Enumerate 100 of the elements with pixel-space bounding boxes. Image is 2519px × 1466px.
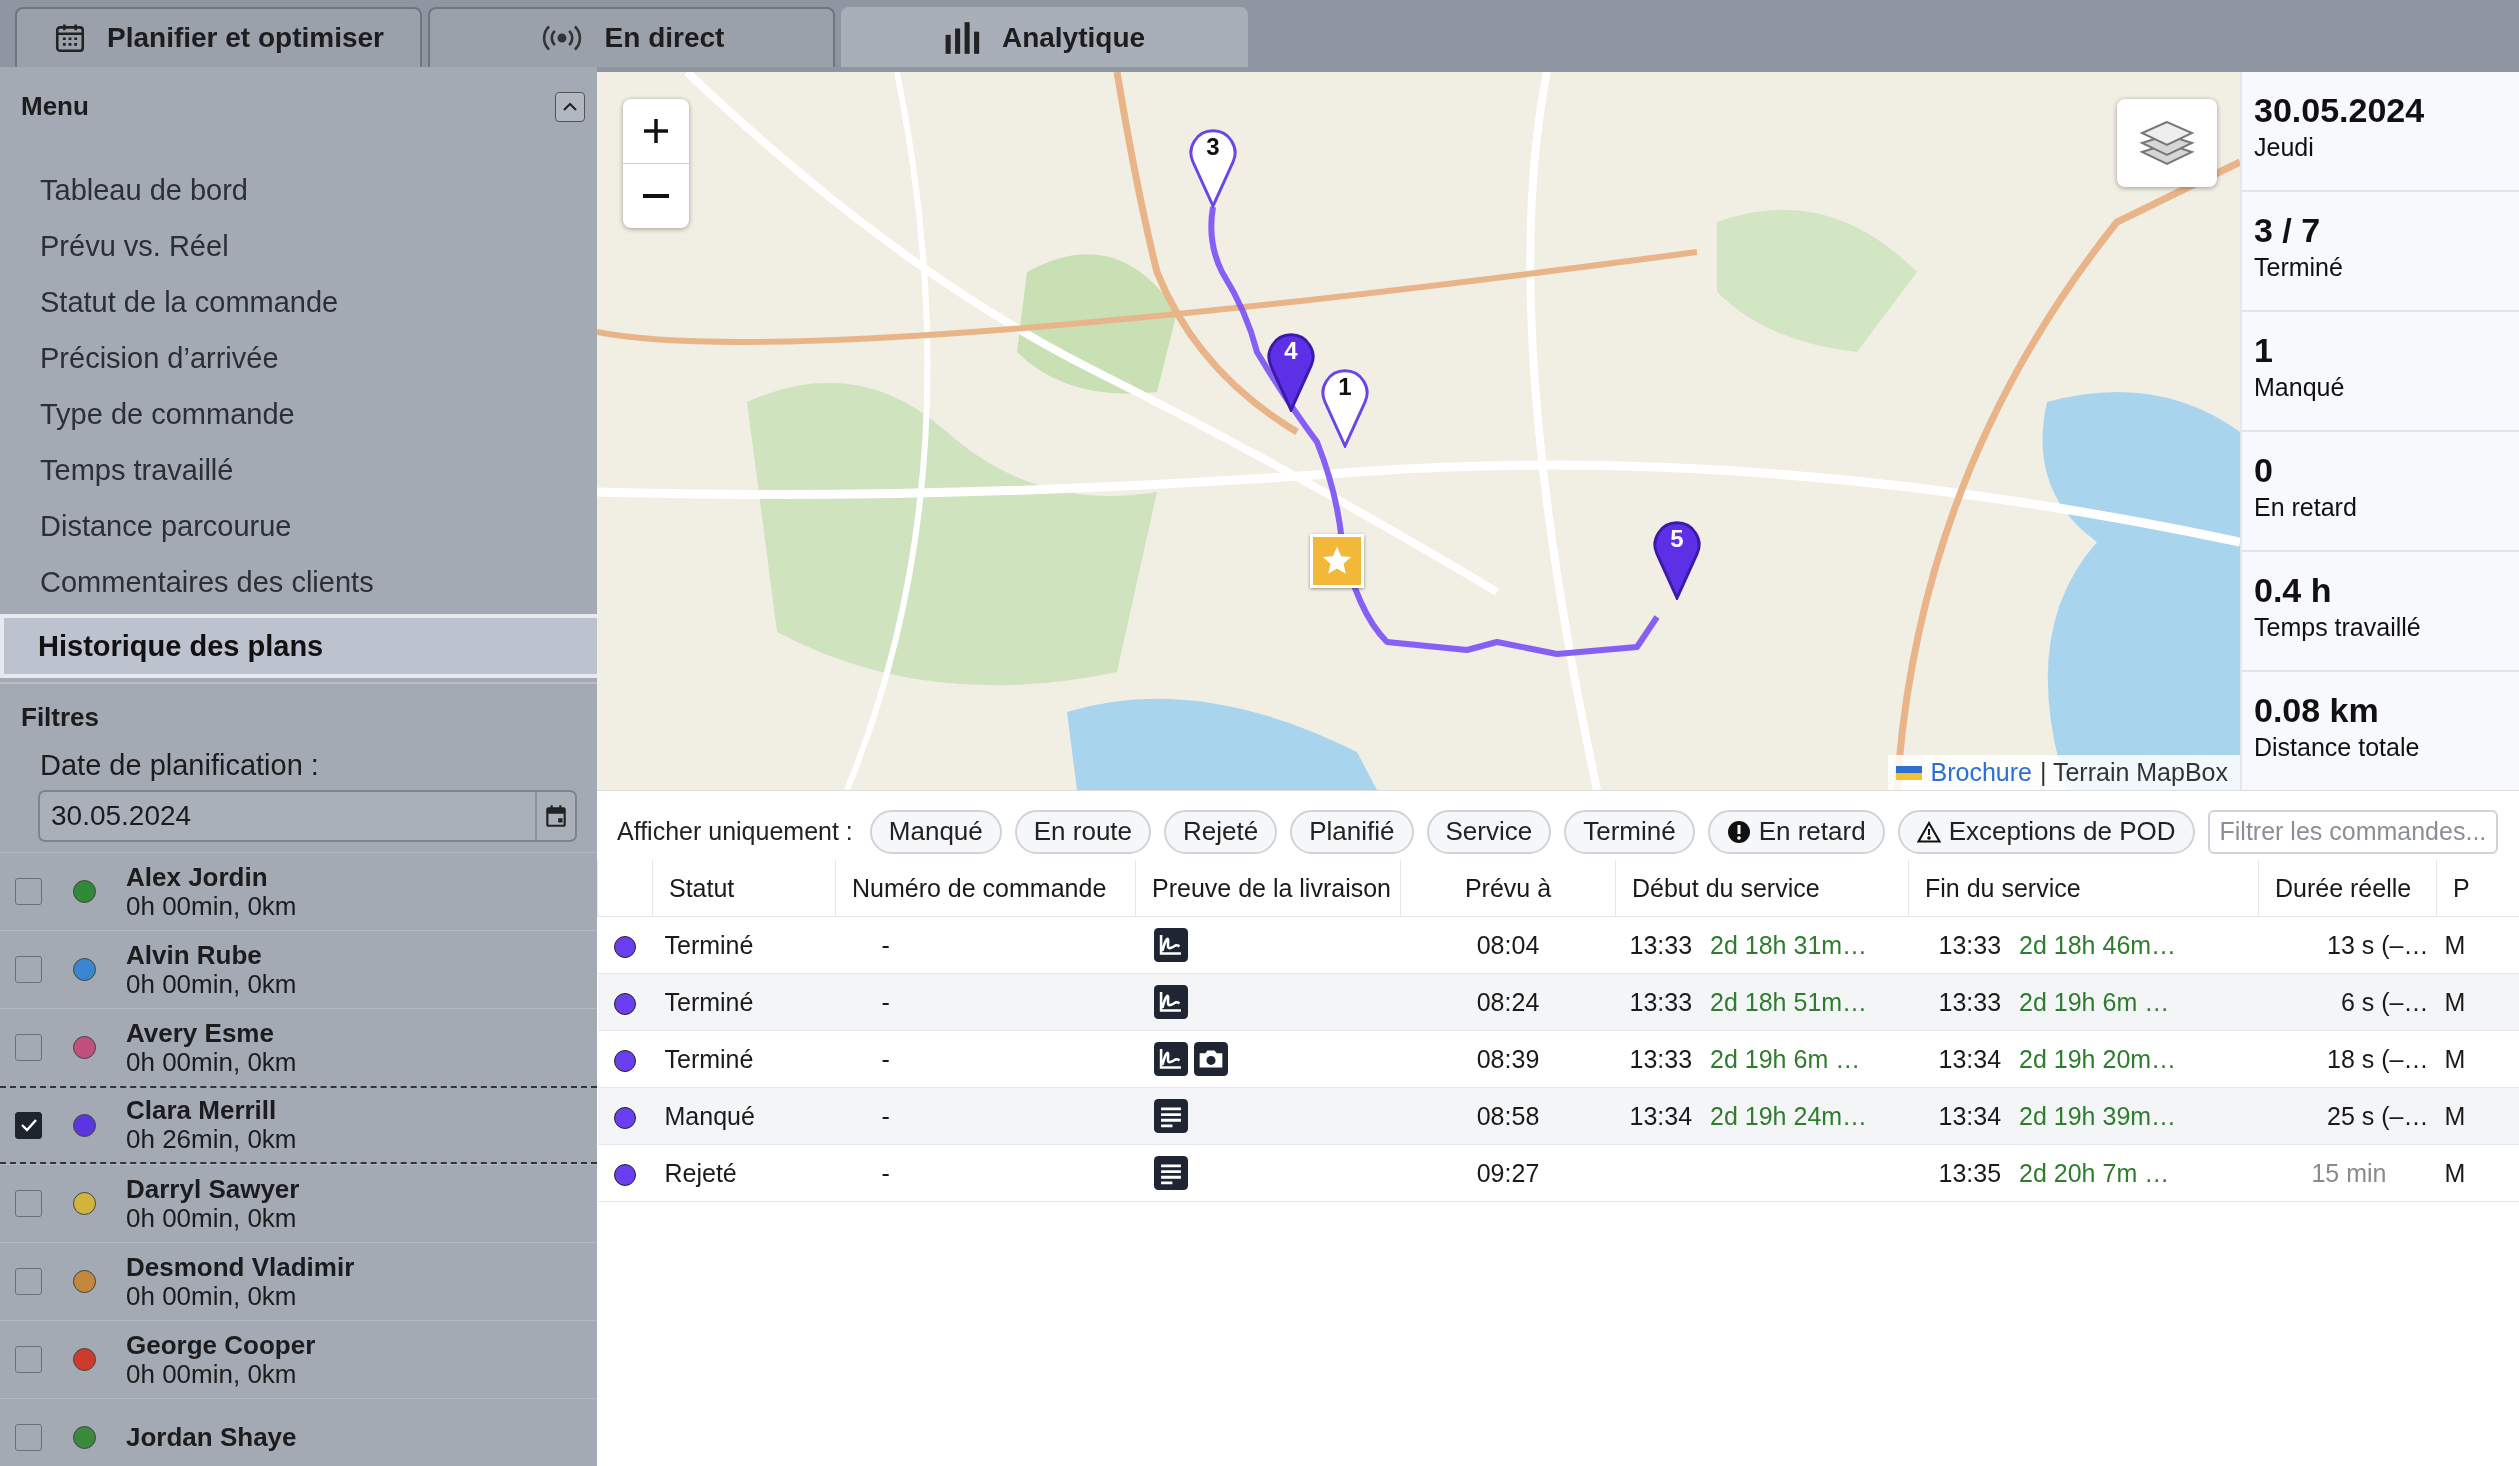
caret-up-icon (562, 101, 578, 112)
stat-value: 0.08 km (2254, 690, 2380, 730)
table-cell: 2d 20h 7m … (2019, 1158, 2170, 1187)
checkbox[interactable] (15, 1111, 42, 1139)
tab[interactable]: En direct (428, 7, 835, 67)
column-header[interactable]: Numéro de commande (835, 860, 1136, 917)
filter-chip[interactable]: Terminé (1564, 809, 1695, 854)
checkbox[interactable] (15, 1268, 42, 1295)
tab[interactable]: Analytique (841, 7, 1248, 67)
layers-button[interactable] (2117, 99, 2217, 187)
table-cell: 08:04 (1476, 930, 1540, 959)
driver-summary: 0h 00min, 0km (126, 1203, 297, 1233)
filter-chip[interactable]: En retard (1707, 809, 1885, 854)
calendar-icon[interactable] (543, 803, 569, 829)
table-cell: 15 min (2311, 1158, 2387, 1187)
stat-value: 0 (2254, 450, 2274, 490)
table-cell: 13:33 (1629, 1044, 1693, 1073)
checkbox[interactable] (15, 956, 42, 983)
menu-item[interactable]: Précision d’arrivée (0, 330, 597, 386)
menu-item[interactable]: Historique des plans (0, 614, 597, 678)
table-cell: 2d 18h 46m… (2019, 930, 2177, 959)
note-icon[interactable] (1153, 1099, 1188, 1133)
driver-name: Darryl Sawyer (126, 1174, 300, 1204)
table-cell: 13:34 (1938, 1044, 2002, 1073)
driver-name: George Cooper (126, 1330, 316, 1360)
filter-chip[interactable]: En route (1014, 809, 1152, 854)
column-header[interactable]: Prévu à (1400, 860, 1616, 917)
menu-item[interactable]: Type de commande (0, 386, 597, 442)
table-cell: Terminé (664, 987, 754, 1016)
table-cell: M (2444, 1158, 2466, 1187)
table-cell: 08:39 (1476, 1044, 1540, 1073)
driver-name: Alvin Rube (126, 940, 263, 970)
filter-chip[interactable]: Planifié (1290, 809, 1414, 854)
checkbox[interactable] (15, 1190, 42, 1217)
table-cell: - (881, 1101, 890, 1130)
stat-label: Manqué (2254, 372, 2346, 403)
table-cell: - (881, 930, 890, 959)
table-cell: 13:34 (1629, 1101, 1693, 1130)
stat-label: Jeudi (2254, 132, 2315, 163)
table-cell: 2d 19h 6m … (2019, 987, 2170, 1016)
checkbox[interactable] (15, 878, 42, 905)
column-header[interactable]: Preuve de la livraison (1135, 860, 1401, 917)
checkbox[interactable] (15, 1424, 42, 1451)
column-header[interactable]: Statut (652, 860, 836, 917)
checkmark-icon (19, 1118, 38, 1132)
stat-label: En retard (2254, 492, 2358, 523)
table-cell: 2d 19h 20m… (2019, 1044, 2177, 1073)
minus-icon (643, 194, 669, 198)
tab[interactable]: Planifier et optimiser (15, 7, 422, 67)
filter-chip[interactable]: Rejeté (1164, 809, 1278, 854)
menu-item[interactable]: Prévu vs. Réel (0, 218, 597, 274)
table-cell: 2d 18h 31m… (1710, 930, 1868, 959)
driver-summary: 0h 00min, 0km (126, 969, 297, 999)
signature-icon[interactable] (1153, 985, 1188, 1019)
column-header[interactable]: Durée réelle (2258, 860, 2437, 917)
table-cell: 08:24 (1476, 987, 1540, 1016)
column-header[interactable]: Début du service (1615, 860, 1909, 917)
stat-value: 0.4 h (2254, 570, 2333, 610)
filter-chip[interactable]: Exceptions de POD (1897, 809, 2195, 854)
collapse-button[interactable] (555, 91, 585, 122)
driver-name: Desmond Vladimir (126, 1252, 355, 1282)
signature-icon[interactable] (1153, 928, 1188, 962)
table-cell: 2d 19h 39m… (2019, 1101, 2177, 1130)
note-icon[interactable] (1153, 1156, 1188, 1190)
filter-chip[interactable]: Manqué (869, 809, 1002, 854)
table-cell: 13:34 (1938, 1101, 2002, 1130)
driver-summary: 0h 26min, 0km (126, 1125, 297, 1154)
table-cell: Manqué (664, 1101, 755, 1130)
menu-item[interactable]: Commentaires des clients (0, 554, 597, 610)
filter-label: Afficher uniquement : (617, 817, 853, 846)
driver-summary: 0h 00min, 0km (126, 1281, 298, 1311)
checkbox[interactable] (15, 1346, 42, 1373)
menu-item[interactable]: Tableau de bord (0, 162, 597, 218)
table-cell: Terminé (664, 1044, 754, 1073)
checkbox[interactable] (15, 1034, 42, 1061)
signature-icon[interactable] (1153, 1042, 1188, 1076)
table-cell: 13:33 (1938, 987, 2002, 1016)
date-field[interactable]: 30.05.2024 (38, 790, 577, 842)
table-cell: M (2444, 930, 2466, 959)
search-field[interactable]: Filtrer les commandes... (2207, 809, 2498, 854)
menu-item[interactable]: Distance parcourue (0, 498, 597, 554)
alert-icon (1726, 819, 1751, 844)
flag-icon (1896, 765, 1923, 780)
menu-item[interactable]: Temps travaillé (0, 442, 597, 498)
stat-value: 1 (2254, 330, 2274, 370)
menu-item[interactable]: Statut de la commande (0, 274, 597, 330)
column-header[interactable]: Fin du service (1908, 860, 2259, 917)
attribution-link[interactable]: Brochure (1930, 758, 2032, 787)
stat-value: 30.05.2024 (2254, 90, 2426, 130)
table-cell: 25 s (–… (2327, 1101, 2429, 1130)
camera-icon[interactable] (1193, 1042, 1228, 1076)
warning-icon (1916, 820, 1941, 843)
table-cell: M (2444, 1044, 2466, 1073)
column-header[interactable]: P (2436, 860, 2519, 917)
stat-label: Terminé (2254, 252, 2344, 283)
bar-chart-icon (943, 22, 982, 54)
table-cell: - (881, 1044, 890, 1073)
table-cell: 2d 18h 51m… (1710, 987, 1868, 1016)
table-cell: 2d 19h 6m … (1710, 1044, 1861, 1073)
filter-chip[interactable]: Service (1426, 809, 1552, 854)
